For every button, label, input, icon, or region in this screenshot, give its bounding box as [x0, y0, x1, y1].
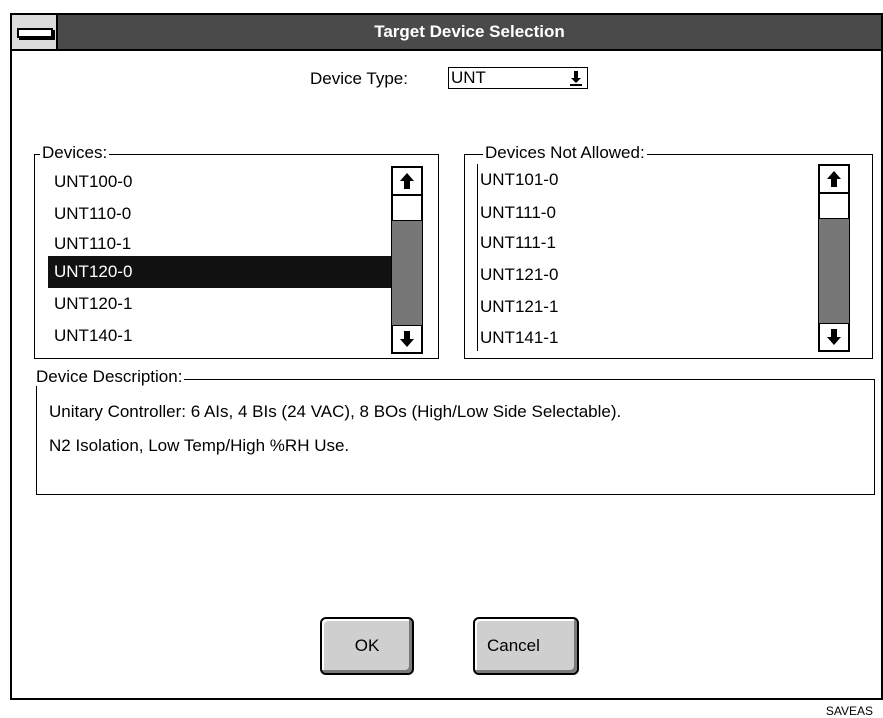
target-device-selection-dialog: Target Device Selection Device Type: UNT…	[10, 13, 883, 700]
device-type-value: UNT	[451, 68, 486, 87]
devices-label: Devices:	[40, 143, 110, 162]
devices-scrollbar[interactable]	[391, 166, 423, 354]
scroll-down-button[interactable]	[392, 325, 422, 353]
list-item[interactable]: UNT110-0	[48, 198, 391, 230]
scroll-thumb[interactable]	[392, 195, 422, 221]
device-type-dropdown[interactable]: UNT	[448, 67, 588, 89]
dropdown-arrow-icon[interactable]	[565, 68, 587, 88]
down-arrow-icon	[827, 329, 841, 345]
devices-not-allowed-label: Devices Not Allowed:	[483, 143, 647, 162]
up-arrow-icon	[827, 171, 841, 187]
device-description-label: Device Description:	[34, 367, 185, 386]
list-item[interactable]: UNT121-1	[478, 291, 819, 323]
description-line: N2 Isolation, Low Temp/High %RH Use.	[49, 436, 350, 455]
list-item[interactable]: UNT141-1	[478, 322, 819, 351]
up-arrow-icon	[400, 173, 414, 189]
devices-list[interactable]: UNT100-0 UNT110-0 UNT110-1 UNT120-0 UNT1…	[48, 166, 391, 356]
list-item[interactable]: UNT140-1	[48, 320, 391, 352]
scroll-down-button[interactable]	[819, 323, 849, 351]
scroll-up-button[interactable]	[819, 165, 849, 193]
device-description-box: Unitary Controller: 6 AIs, 4 BIs (24 VAC…	[36, 379, 875, 495]
list-item-selected[interactable]: UNT120-0	[48, 256, 391, 288]
list-item[interactable]: UNT120-1	[48, 288, 391, 320]
list-item[interactable]: UNT121-0	[478, 259, 819, 291]
list-item[interactable]: UNT100-0	[48, 166, 391, 198]
device-type-label: Device Type:	[310, 69, 408, 88]
devices-not-allowed-list[interactable]: UNT101-0 UNT111-0 UNT111-1 UNT121-0 UNT1…	[477, 164, 819, 351]
scroll-up-button[interactable]	[392, 167, 422, 195]
cancel-button[interactable]: Cancel	[473, 617, 579, 675]
list-item[interactable]: UNT111-0	[478, 197, 819, 229]
list-item[interactable]: UNT111-1	[478, 227, 819, 259]
devices-not-allowed-scrollbar[interactable]	[818, 164, 850, 352]
list-item[interactable]: UNT101-0	[478, 164, 819, 196]
description-line: Unitary Controller: 6 AIs, 4 BIs (24 VAC…	[49, 402, 622, 421]
title-bar[interactable]: Target Device Selection	[12, 15, 881, 51]
system-menu-icon	[17, 28, 53, 38]
scroll-thumb[interactable]	[819, 193, 849, 219]
system-menu-button[interactable]	[12, 15, 58, 49]
window-title: Target Device Selection	[374, 22, 565, 41]
ok-button[interactable]: OK	[320, 617, 414, 675]
down-arrow-icon	[400, 331, 414, 347]
